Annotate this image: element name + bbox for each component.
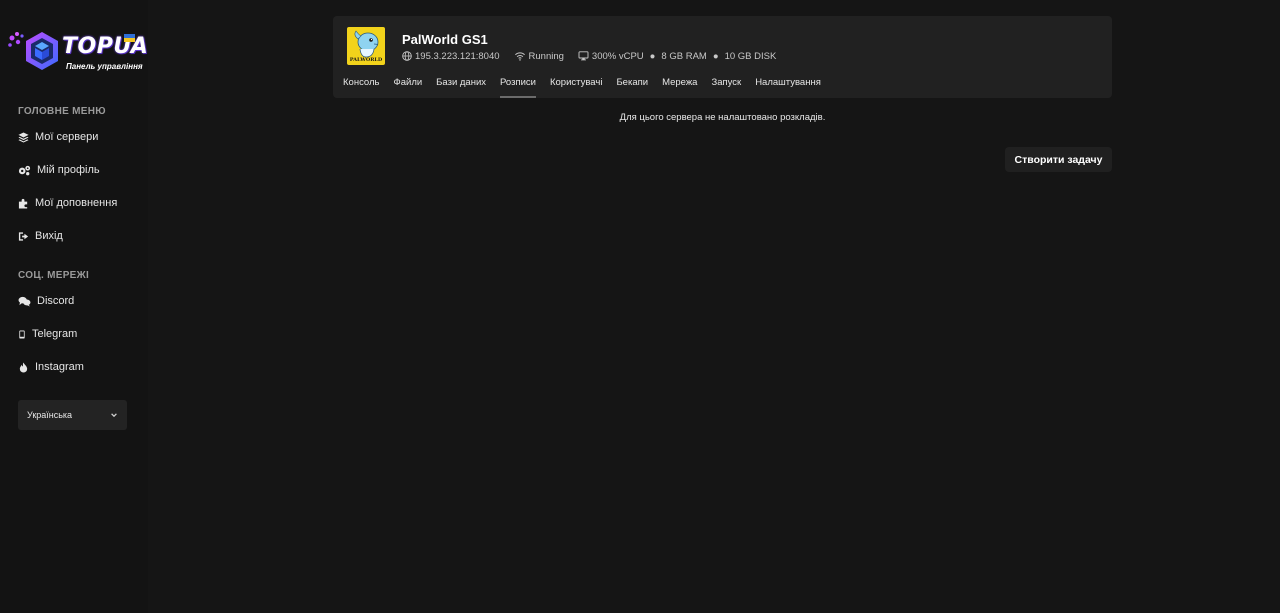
globe-icon [402, 51, 412, 61]
sidebar-item-label: Telegram [32, 328, 78, 340]
server-resources: 300% vCPU ● 8 GB RAM ● 10 GB DISK [578, 51, 776, 62]
sidebar-item-my-profile[interactable]: Мій профіль [18, 161, 100, 179]
brand-name: TOPUA [62, 34, 149, 59]
server-cpu: 300% vCPU [591, 50, 644, 62]
server-ram: 8 GB RAM [661, 50, 707, 62]
main-menu-title: ГОЛОВНЕ МЕНЮ [18, 106, 106, 117]
brand-logo[interactable]: TOPUA Панель управління [8, 28, 148, 78]
separator-dot: ● [649, 50, 656, 62]
sidebar-item-telegram[interactable]: Telegram [18, 325, 77, 343]
layers-icon [18, 131, 29, 143]
chat-icon [18, 296, 31, 307]
flame-icon [19, 361, 28, 373]
puzzle-icon [18, 198, 28, 209]
sidebar-item-logout[interactable]: Вихід [18, 227, 63, 245]
server-status: Running [514, 51, 564, 62]
sidebar-item-label: Discord [37, 295, 75, 307]
server-header-card: PALWORLD PalWorld GS1 195.3.223.121:8040… [333, 16, 1112, 98]
sidebar-item-instagram[interactable]: Instagram [18, 358, 84, 376]
server-meta: 195.3.223.121:8040 Running 300% vCPU ● 8… [402, 50, 790, 62]
game-logo-label: PALWORLD [349, 57, 383, 63]
server-disk: 10 GB DISK [724, 50, 777, 62]
separator-dot: ● [712, 50, 719, 62]
tab-console[interactable]: Консоль [343, 77, 387, 97]
tab-settings[interactable]: Налаштування [755, 77, 828, 97]
tab-schedules[interactable]: Розписи [500, 77, 543, 98]
server-name: PalWorld GS1 [402, 32, 488, 47]
tab-users[interactable]: Користувачі [550, 77, 609, 97]
phone-icon [19, 330, 25, 338]
server-address-text: 195.3.223.121:8040 [415, 50, 500, 62]
social-title: СОЦ. МЕРЕЖІ [18, 270, 90, 281]
sidebar-item-discord[interactable]: Discord [18, 292, 74, 310]
tab-startup[interactable]: Запуск [711, 77, 748, 97]
gears-icon [18, 165, 31, 175]
empty-schedules-message: Для цього сервера не налаштовано розклад… [619, 112, 826, 123]
tab-network[interactable]: Мережа [662, 77, 704, 97]
sidebar-item-label: Мій профіль [37, 164, 100, 176]
sidebar-item-my-servers[interactable]: Мої сервери [18, 128, 98, 146]
server-tabs: Консоль Файли Бази даних Розписи Користу… [343, 77, 835, 98]
language-select[interactable]: Українська [18, 400, 127, 430]
server-status-text: Running [528, 50, 564, 62]
brand-subtitle: Панель управління [66, 62, 143, 71]
chevron-down-icon [111, 413, 117, 418]
cube-logo-icon [8, 32, 58, 70]
tab-databases[interactable]: Бази даних [436, 77, 493, 97]
sidebar-item-label: Instagram [35, 361, 84, 373]
tab-backups[interactable]: Бекапи [616, 77, 655, 97]
ukraine-flag-icon [124, 34, 135, 42]
palworld-game-icon: PALWORLD [347, 27, 385, 65]
sidebar-item-my-addons[interactable]: Мої доповнення [18, 194, 117, 212]
monitor-icon [578, 51, 589, 61]
sidebar-item-label: Мої сервери [35, 131, 99, 143]
sidebar-item-label: Вихід [35, 230, 63, 242]
language-selected: Українська [27, 410, 73, 420]
server-address[interactable]: 195.3.223.121:8040 [402, 51, 500, 62]
sidebar: TOPUA Панель управління ГОЛОВНЕ МЕНЮ Мої… [0, 0, 148, 613]
tab-files[interactable]: Файли [394, 77, 430, 97]
create-task-button[interactable]: Створити задачу [1005, 147, 1112, 172]
logout-icon [18, 231, 29, 241]
sidebar-item-label: Мої доповнення [35, 197, 118, 209]
wifi-icon [514, 52, 525, 61]
